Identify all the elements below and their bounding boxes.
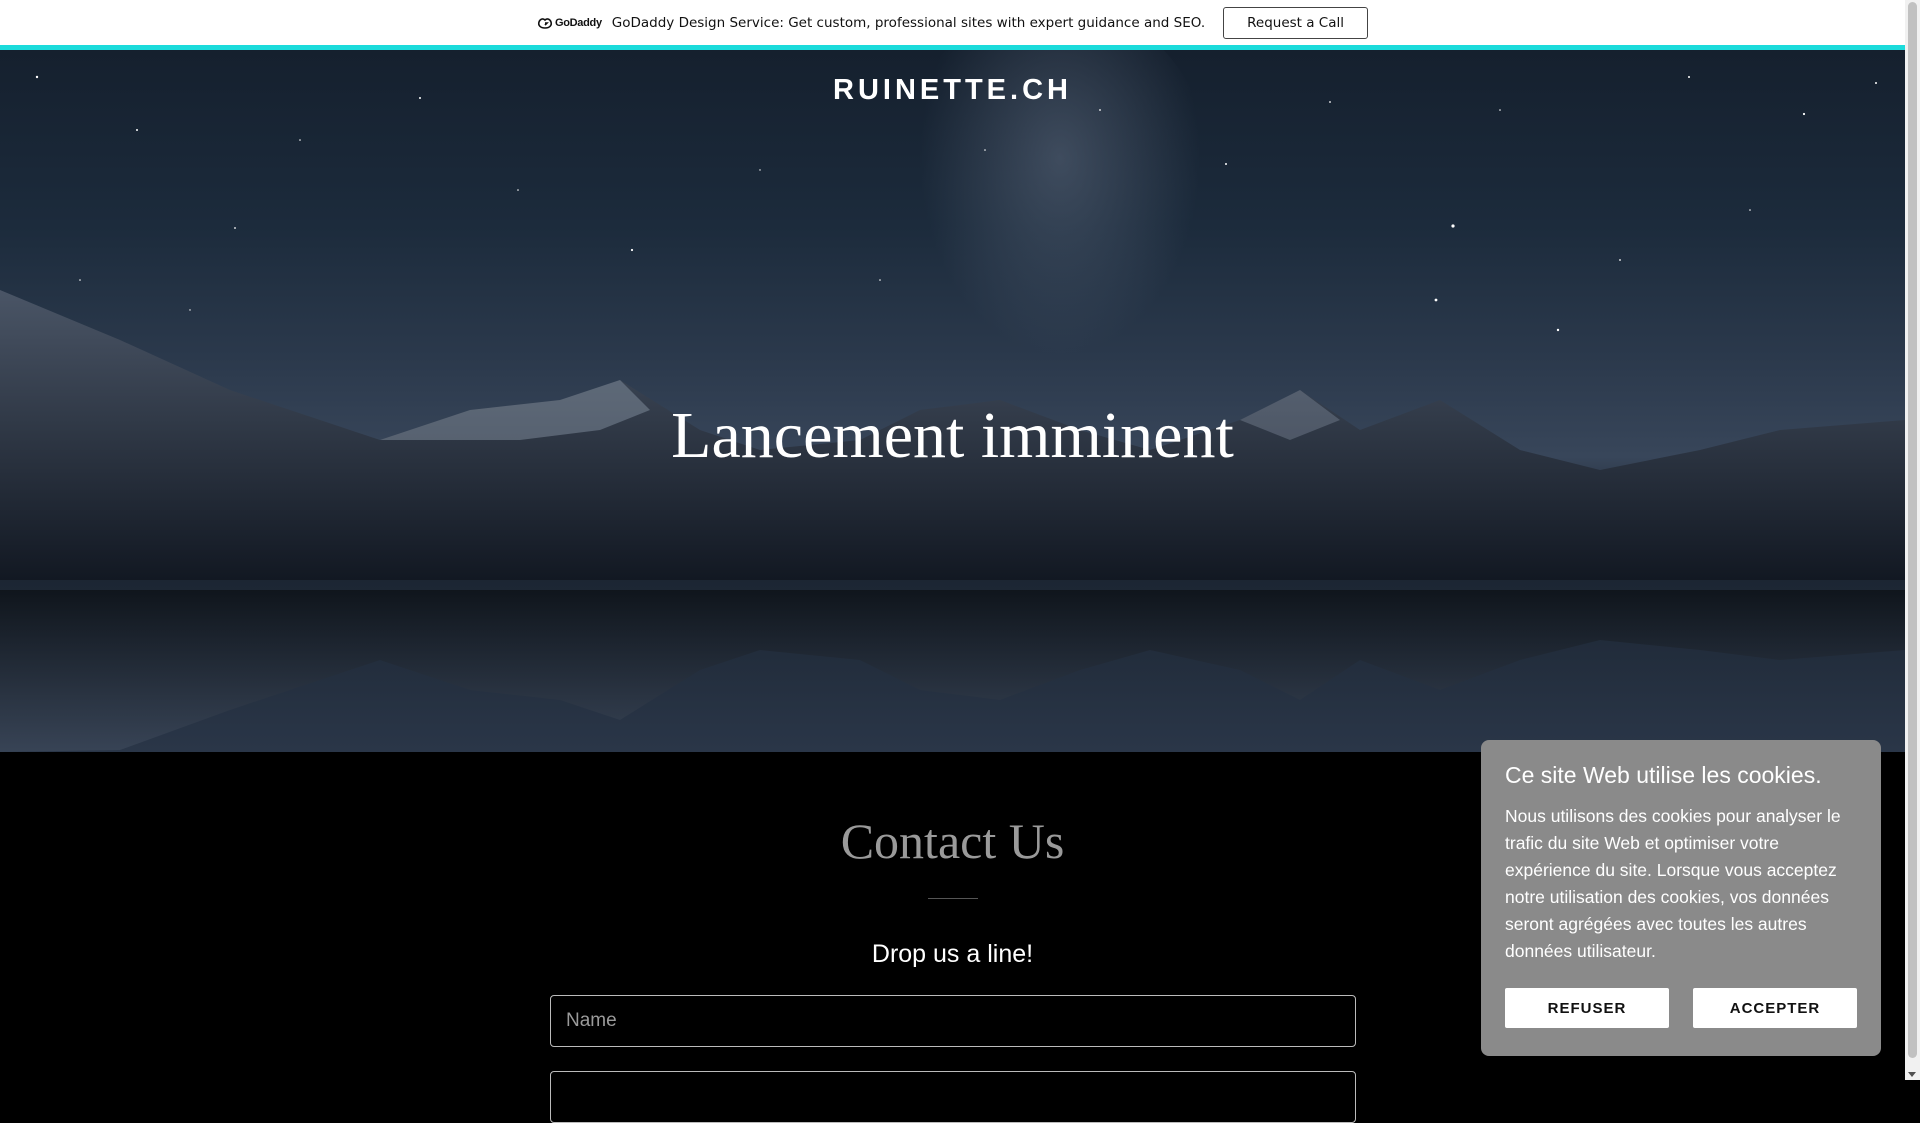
promo-message: GoDaddy Design Service: Get custom, prof… (611, 14, 1206, 31)
godaddy-logo-icon (537, 17, 553, 29)
scroll-down-arrow-icon[interactable] (1908, 1072, 1916, 1077)
cookie-body: Nous utilisons des cookies pour analyser… (1505, 806, 1841, 961)
cookie-actions: REFUSER ACCEPTER (1505, 988, 1857, 1028)
scrollbar-thumb[interactable] (1908, 2, 1917, 1058)
site-title[interactable]: RUINETTE.CH (0, 74, 1905, 107)
cookie-title: Ce site Web utilise les cookies. (1505, 762, 1822, 788)
godaddy-logo: GoDaddy (537, 16, 602, 30)
request-call-button[interactable]: Request a Call (1223, 6, 1369, 39)
email-input[interactable] (550, 1071, 1356, 1123)
hero-heading: Lancement imminent (671, 399, 1234, 472)
promo-banner: GoDaddy GoDaddy Design Service: Get cust… (0, 0, 1905, 50)
contact-divider (928, 898, 978, 899)
decline-cookies-button[interactable]: REFUSER (1505, 988, 1669, 1028)
accept-cookies-button[interactable]: ACCEPTER (1693, 988, 1857, 1028)
name-input[interactable] (550, 995, 1356, 1047)
hero-section: RUINETTE.CH Lancement imminent (0, 50, 1905, 752)
godaddy-logo-text: GoDaddy (554, 16, 602, 29)
page-scrollbar[interactable] (1905, 0, 1920, 1080)
cookie-consent-dialog: Ce site Web utilise les cookies. Nous ut… (1481, 740, 1881, 1056)
